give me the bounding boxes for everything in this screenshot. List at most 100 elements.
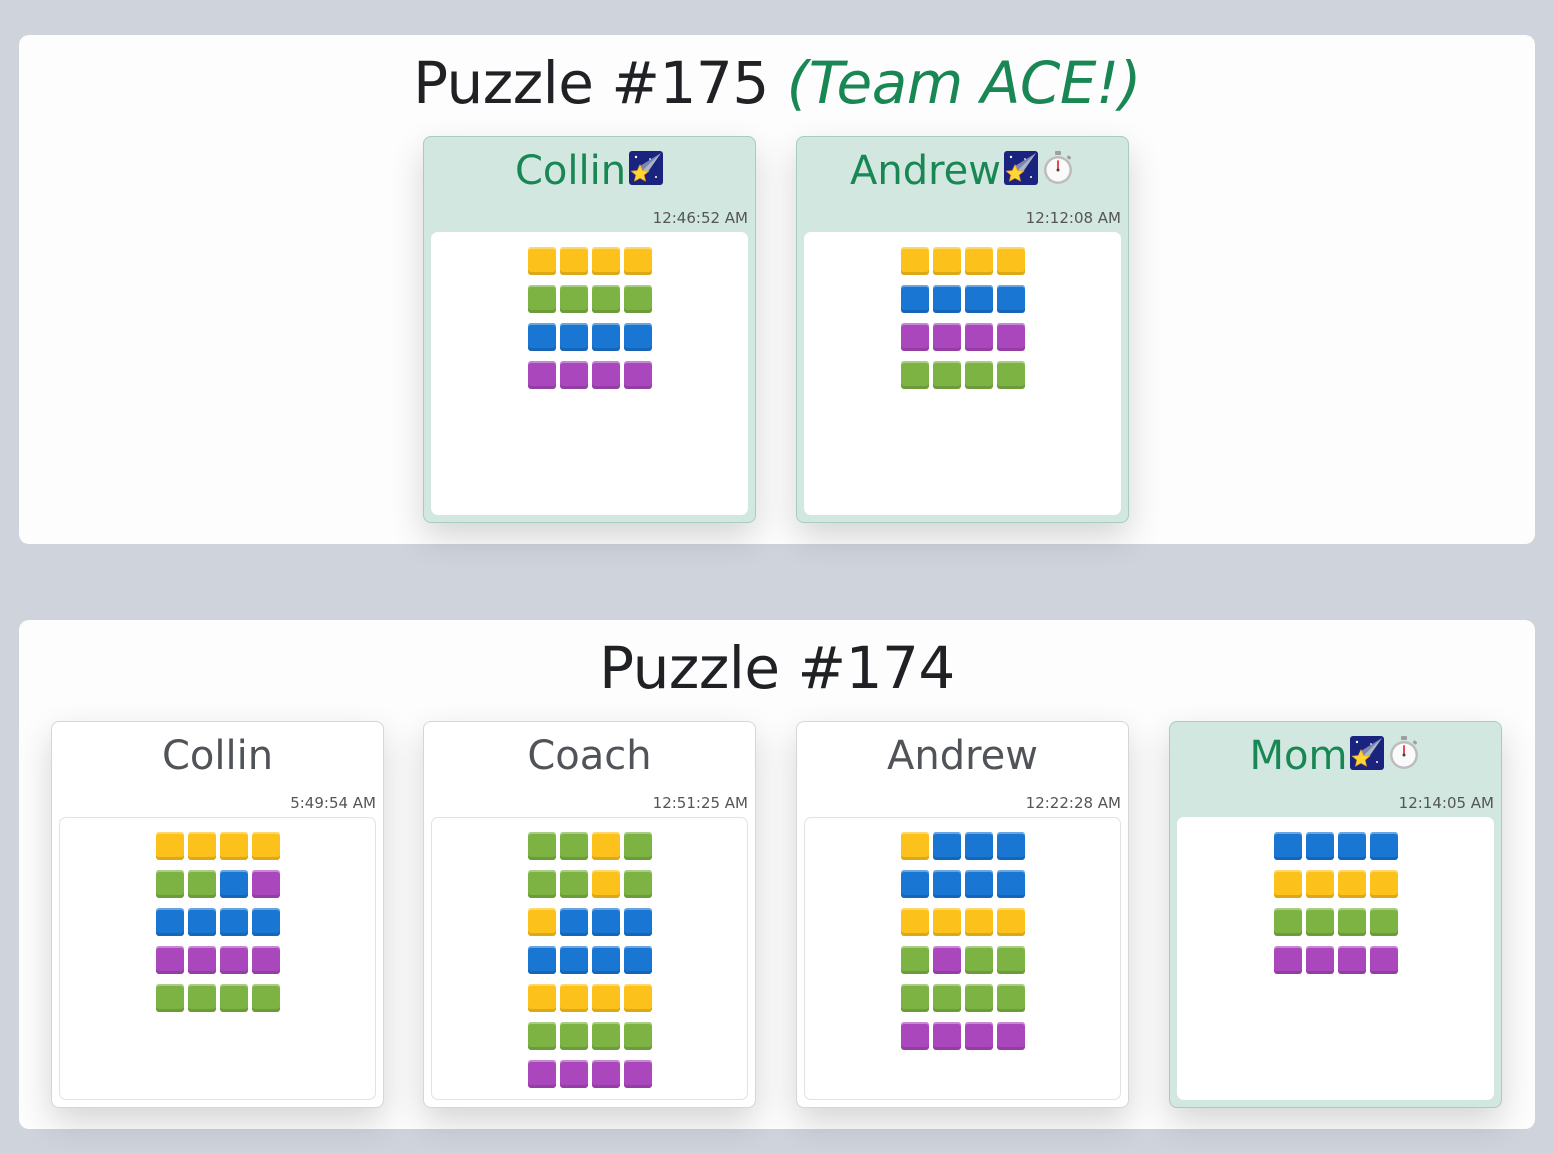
green-tile [996,361,1025,389]
purple-tile [1337,946,1366,974]
player-name-text: Mom [1249,733,1348,779]
yellow-tile [559,984,588,1012]
player-card-andrew[interactable]: Andrew 12:12:08 AM [796,136,1129,523]
yellow-tile [219,832,248,860]
badges [1001,148,1075,194]
tile-row [1273,908,1398,936]
yellow-tile [1305,870,1334,898]
green-tile [900,984,929,1012]
green-tile [964,946,993,974]
blue-tile [932,832,961,860]
green-tile [155,984,184,1012]
player-name-text: Andrew [850,148,1001,194]
tile-row [527,870,652,898]
green-tile [251,984,280,1012]
purple-tile [591,1060,620,1088]
purple-tile [219,946,248,974]
player-card-collin[interactable]: Collin 12:46:52 AM [423,136,756,523]
team-tag: (Team ACE!) [786,49,1142,117]
tile-row [1273,870,1398,898]
blue-tile [932,285,961,313]
tile-row [527,1022,652,1050]
player-card-coach[interactable]: Coach 12:51:25 AM [423,721,756,1108]
shooting-star-icon [1349,732,1385,784]
blue-tile [527,946,556,974]
tile-row [527,832,652,860]
yellow-tile [900,908,929,936]
purple-tile [900,323,929,351]
puzzle-title: Puzzle #175 (Team ACE!) [19,49,1535,117]
green-tile [900,361,929,389]
result-grid [900,247,1025,399]
green-tile [623,832,652,860]
badges [1347,733,1421,779]
yellow-tile [900,832,929,860]
purple-tile [1273,946,1302,974]
blue-tile [219,870,248,898]
yellow-tile [591,832,620,860]
result-grid-box [431,232,748,515]
purple-tile [251,870,280,898]
yellow-tile [527,247,556,275]
yellow-tile [964,908,993,936]
tile-row [900,870,1025,898]
result-grid [527,832,652,1098]
player-name: Mom [1170,730,1501,784]
green-tile [900,946,929,974]
tile-row [527,1060,652,1088]
yellow-tile [591,870,620,898]
blue-tile [251,908,280,936]
green-tile [591,1022,620,1050]
result-grid [527,247,652,399]
green-tile [527,870,556,898]
purple-tile [996,323,1025,351]
green-tile [187,984,216,1012]
result-grid-box [59,817,376,1100]
tile-row [900,361,1025,389]
player-card-collin[interactable]: Collin 5:49:54 AM [51,721,384,1108]
player-name: Andrew [797,730,1128,782]
green-tile [996,984,1025,1012]
player-card-andrew[interactable]: Andrew 12:22:28 AM [796,721,1129,1108]
green-tile [1337,908,1366,936]
tile-row [527,285,652,313]
tile-row [527,946,652,974]
result-grid [1273,832,1398,984]
purple-tile [591,361,620,389]
purple-tile [964,323,993,351]
green-tile [559,832,588,860]
player-name-text: Andrew [887,733,1038,779]
player-card-mom[interactable]: Mom 12:14:05 AM [1169,721,1502,1108]
purple-tile [1305,946,1334,974]
blue-tile [591,908,620,936]
puzzle-title-text: Puzzle #175 [413,49,769,117]
timestamp: 12:14:05 AM [1398,794,1494,812]
yellow-tile [932,908,961,936]
player-name-text: Collin [161,733,274,779]
player-name: Collin [52,730,383,782]
blue-tile [900,870,929,898]
blue-tile [932,870,961,898]
purple-tile [932,1022,961,1050]
green-tile [559,285,588,313]
green-tile [559,1022,588,1050]
tile-row [155,984,280,1012]
purple-tile [155,946,184,974]
blue-tile [527,323,556,351]
purple-tile [900,1022,929,1050]
tile-row [527,247,652,275]
blue-tile [591,946,620,974]
badges [626,148,664,194]
purple-tile [623,1060,652,1088]
green-tile [932,984,961,1012]
yellow-tile [591,247,620,275]
yellow-tile [1337,870,1366,898]
purple-tile [932,946,961,974]
timestamp: 12:51:25 AM [652,794,748,812]
timestamp: 12:22:28 AM [1025,794,1121,812]
yellow-tile [251,832,280,860]
green-tile [155,870,184,898]
green-tile [187,870,216,898]
blue-tile [996,285,1025,313]
blue-tile [996,870,1025,898]
